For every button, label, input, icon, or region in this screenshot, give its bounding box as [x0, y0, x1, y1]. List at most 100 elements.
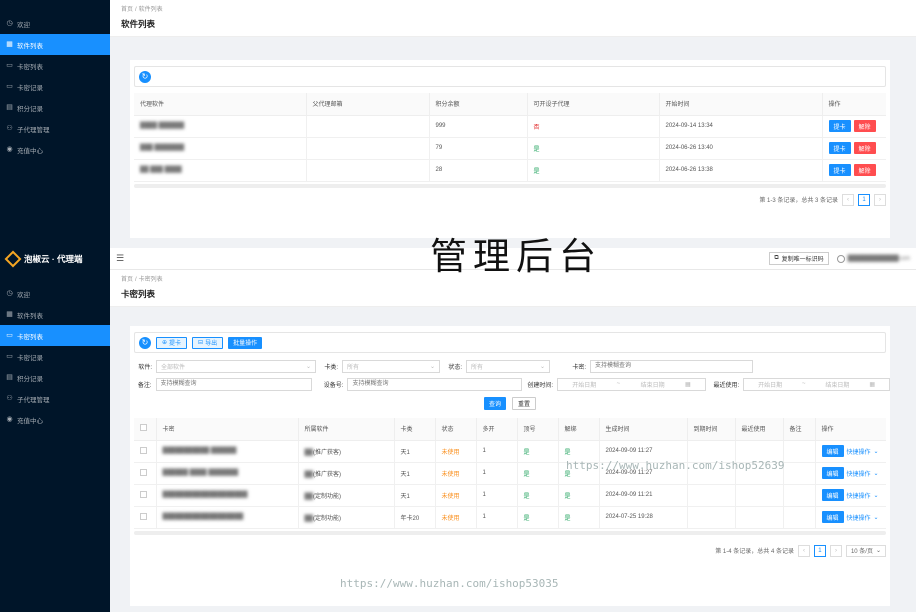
watermark-text: https://www.huzhan.com/ishop52639 [566, 459, 785, 472]
edit-button[interactable]: 编辑 [821, 445, 844, 457]
user-group-icon: ⚇ [6, 395, 13, 402]
main-area-bottom: ☰ ⧉ 复制唯一标识码 ████████████com 首页 / 卡密列表 卡密… [110, 248, 916, 612]
col-header-expires: 到期时间 [687, 418, 736, 441]
software-filter-label: 软件: [138, 364, 152, 371]
sidebar-item-recharge[interactable]: ◉ 充值中心 [0, 139, 110, 160]
device-search-input[interactable] [347, 377, 522, 391]
unbind-value: 是 [564, 449, 571, 456]
unbind-value: 是 [564, 493, 571, 500]
horizontal-scrollbar[interactable] [134, 183, 886, 188]
copy-id-button[interactable]: ⧉ 复制唯一标识码 [769, 252, 829, 265]
software-tag: (推广获客) [313, 471, 342, 478]
refresh-icon[interactable]: ↻ [139, 336, 151, 349]
search-button[interactable]: 查询 [483, 397, 506, 410]
row-checkbox[interactable] [140, 446, 147, 454]
batch-operation-button[interactable]: 批量操作 [228, 336, 263, 349]
release-button[interactable]: 解除 [853, 142, 876, 154]
sidebar-item-sub-agents[interactable]: ⚇ 子代理管理 [0, 388, 110, 409]
sidebar-item-welcome[interactable]: ◷ 欢迎 [0, 13, 110, 34]
type-select[interactable]: 所有 ⌄ [342, 359, 440, 373]
software-name: ████ ██████ [140, 123, 185, 129]
extract-button[interactable]: 提卡 [828, 164, 851, 176]
quick-actions-link[interactable]: 快捷操作 [847, 447, 871, 456]
top-value: 是 [523, 449, 530, 456]
sidebar-item-card-records[interactable]: ▭ 卡密记录 [0, 346, 110, 367]
sidebar-item-sub-agents[interactable]: ⚇ 子代理管理 [0, 118, 110, 139]
horizontal-scrollbar[interactable] [134, 530, 886, 535]
prev-page-button[interactable]: ‹ [797, 544, 810, 557]
sidebar-item-points-records[interactable]: ▤ 积分记录 [0, 97, 110, 118]
page-number-button[interactable]: 1 [813, 544, 826, 557]
menu-toggle-icon[interactable]: ☰ [116, 253, 124, 264]
quick-actions-link[interactable]: 快捷操作 [847, 513, 871, 522]
sidebar-item-card-list[interactable]: ▭ 卡密列表 [0, 55, 110, 76]
row-checkbox[interactable] [140, 490, 147, 498]
edit-button[interactable]: 编辑 [821, 467, 844, 479]
balance: 79 [429, 137, 528, 160]
start-date-placeholder: 开始日期 [758, 382, 783, 389]
created-date-range[interactable]: 开始日期 ~ 结束日期 ▦ [557, 377, 706, 391]
card-table: 卡密 所属软件 卡类 状态 多开 顶号 解绑 生成时间 到期时间 最近使用 备注… [134, 418, 886, 529]
top-value: 是 [523, 493, 530, 500]
card-icon: ▭ [6, 62, 13, 69]
sidebar-item-label: 软件列表 [17, 312, 43, 320]
user-menu[interactable]: ████████████com [836, 254, 910, 263]
card-type: 天1 [394, 484, 436, 507]
col-header-top: 顶号 [517, 418, 559, 441]
status-select[interactable]: 所有 ⌄ [466, 359, 550, 373]
chevron-down-icon: ⌄ [873, 448, 879, 455]
breadcrumb-separator: / [134, 277, 137, 283]
note [783, 440, 816, 463]
refresh-icon[interactable]: ↻ [139, 70, 151, 83]
sidebar-item-card-records[interactable]: ▭ 卡密记录 [0, 76, 110, 97]
quick-actions-link[interactable]: 快捷操作 [847, 491, 871, 500]
extract-card-button[interactable]: ⊕ 提卡 [156, 336, 188, 349]
edit-button[interactable]: 编辑 [821, 511, 844, 523]
pagination-summary: 第 1-3 条记录，总共 3 条记录 [759, 198, 838, 204]
release-button[interactable]: 解除 [853, 164, 876, 176]
note-search-input[interactable] [155, 377, 313, 391]
col-header-balance: 积分余额 [429, 93, 528, 116]
prev-page-button[interactable]: ‹ [842, 193, 854, 206]
unbind-value: 是 [564, 471, 571, 478]
next-page-button[interactable]: › [829, 544, 842, 557]
sidebar-item-welcome[interactable]: ◷ 欢迎 [0, 283, 110, 304]
card-search-input[interactable] [590, 359, 753, 373]
sidebar-item-software-list[interactable]: ▦ 软件列表 [0, 304, 110, 325]
copy-id-label: 复制唯一标识码 [781, 257, 824, 263]
sidebar-item-label: 卡密记录 [17, 354, 43, 362]
sidebar-item-points-records[interactable]: ▤ 积分记录 [0, 367, 110, 388]
row-checkbox[interactable] [140, 468, 147, 476]
reset-button[interactable]: 重置 [512, 397, 537, 410]
breadcrumb-home[interactable]: 首页 [121, 277, 133, 283]
avatar-icon [836, 254, 845, 263]
col-header-created: 生成时间 [599, 418, 688, 441]
release-button[interactable]: 解除 [853, 120, 876, 132]
extract-button[interactable]: 提卡 [828, 142, 851, 154]
breadcrumb-current: 卡密列表 [138, 277, 163, 283]
col-header-card: 卡密 [156, 418, 299, 441]
sidebar-item-card-list[interactable]: ▭ 卡密列表 [0, 325, 110, 346]
page-number-button[interactable]: 1 [858, 193, 870, 206]
sidebar-item-software-list[interactable]: ▦ 软件列表 [0, 34, 110, 55]
select-all-checkbox[interactable] [140, 424, 147, 432]
breadcrumb-home[interactable]: 首页 [121, 7, 133, 13]
sidebar-item-label: 积分记录 [17, 105, 43, 113]
quick-actions-link[interactable]: 快捷操作 [847, 469, 871, 478]
plus-circle-icon: ⊕ [162, 340, 168, 346]
sidebar-item-recharge[interactable]: ◉ 充值中心 [0, 409, 110, 430]
next-page-button[interactable]: › [874, 193, 886, 206]
top-value: 是 [523, 515, 530, 522]
row-checkbox[interactable] [140, 512, 147, 520]
table-header-row: 卡密 所属软件 卡类 状态 多开 顶号 解绑 生成时间 到期时间 最近使用 备注… [134, 418, 886, 441]
software-name: ██ ███ ████ [140, 167, 182, 173]
export-button[interactable]: ⊟ 导出 [192, 336, 224, 349]
extract-button[interactable]: 提卡 [828, 120, 851, 132]
list-icon: ▤ [6, 104, 13, 111]
extract-card-label: 提卡 [169, 341, 182, 347]
device-filter-label: 设备号: [323, 382, 344, 389]
last-used-date-range[interactable]: 开始日期 ~ 结束日期 ▦ [743, 377, 890, 391]
page-size-select[interactable]: 10 条/页 ⌄ [845, 544, 886, 557]
edit-button[interactable]: 编辑 [821, 489, 844, 501]
software-select[interactable]: 全部软件 ⌄ [156, 359, 316, 373]
